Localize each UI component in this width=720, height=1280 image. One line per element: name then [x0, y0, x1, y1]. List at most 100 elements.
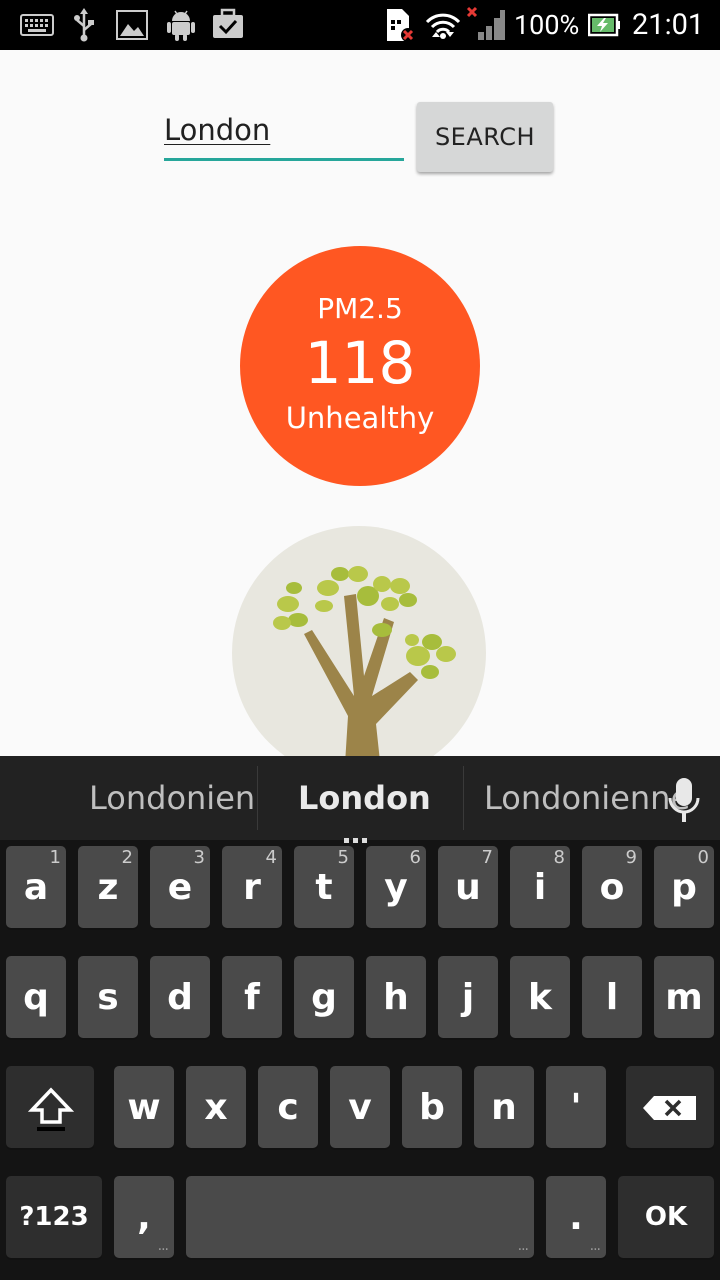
suggestion-left[interactable]: Londonien — [89, 774, 255, 822]
key-hint-number: 4 — [265, 847, 277, 868]
letter-key[interactable]: ' — [546, 1066, 606, 1148]
soft-keyboard: Londonien London Londonienne ?123 , ... … — [0, 756, 720, 1280]
wifi-icon — [425, 13, 461, 39]
usb-icon — [74, 8, 94, 42]
letter-key[interactable]: o9 — [582, 846, 642, 928]
suggestion-strip: Londonien London Londonienne — [0, 756, 720, 843]
suggestion-right[interactable]: Londonienne — [484, 774, 690, 822]
key-hint-number: 0 — [697, 847, 709, 868]
letter-key[interactable]: e3 — [150, 846, 210, 928]
keyboard-icon — [20, 14, 54, 36]
more-keys-indicator: ... — [157, 1238, 169, 1254]
letter-key[interactable]: q — [6, 956, 66, 1038]
letter-key-label: v — [348, 1086, 372, 1128]
backspace-key[interactable] — [626, 1066, 714, 1148]
letter-key-label: j — [461, 976, 475, 1018]
comma-key[interactable]: , ... — [114, 1176, 174, 1258]
letter-key-label: q — [23, 976, 49, 1018]
letter-key-label: f — [244, 976, 260, 1018]
battery-percent: 100% — [514, 9, 580, 41]
clock: 21:01 — [632, 8, 705, 42]
letter-key-label: b — [419, 1086, 445, 1128]
letter-key-label: s — [97, 976, 119, 1018]
letter-key[interactable]: k — [510, 956, 570, 1038]
letter-key-label: g — [311, 976, 337, 1018]
key-hint-number: 9 — [625, 847, 637, 868]
space-key[interactable]: ... — [186, 1176, 534, 1258]
search-button[interactable]: SEARCH — [417, 102, 553, 172]
suggestion-divider — [463, 766, 464, 830]
input-underline — [164, 158, 404, 161]
letter-key[interactable]: u7 — [438, 846, 498, 928]
status-bar: 100% 21:01 — [0, 0, 720, 50]
ok-key[interactable]: OK — [618, 1176, 714, 1258]
letter-key[interactable]: z2 — [78, 846, 138, 928]
letter-key[interactable]: j — [438, 956, 498, 1038]
more-keys-indicator: ... — [517, 1238, 529, 1254]
city-search-value: London — [164, 113, 271, 147]
letter-key-label: ' — [570, 1086, 582, 1128]
letter-key[interactable]: b — [402, 1066, 462, 1148]
letter-key[interactable]: t5 — [294, 846, 354, 928]
image-icon — [116, 10, 148, 40]
android-icon — [167, 10, 195, 41]
letter-key[interactable]: c — [258, 1066, 318, 1148]
aqi-status: Unhealthy — [285, 401, 435, 435]
backspace-icon — [643, 1096, 696, 1120]
microphone-icon[interactable] — [664, 776, 704, 824]
aqi-value: 118 — [304, 329, 416, 397]
key-hint-number: 3 — [193, 847, 205, 868]
key-hint-number: 7 — [481, 847, 493, 868]
letter-key[interactable]: g — [294, 956, 354, 1038]
key-hint-number: 1 — [49, 847, 61, 868]
city-search-input[interactable]: London — [164, 110, 404, 164]
aqi-pollutant-label: PM2.5 — [317, 292, 403, 325]
letter-key[interactable]: w — [114, 1066, 174, 1148]
letter-key[interactable]: n — [474, 1066, 534, 1148]
letter-key-label: d — [167, 976, 193, 1018]
work-check-icon — [213, 8, 243, 38]
letter-key-label: l — [605, 976, 619, 1018]
letter-key-label: n — [491, 1086, 517, 1128]
shift-icon — [28, 1087, 74, 1131]
battery-icon — [588, 13, 620, 37]
letter-key[interactable]: f — [222, 956, 282, 1038]
suggestion-more-dots — [344, 828, 367, 847]
letter-key-label: k — [528, 976, 552, 1018]
symbols-key-label: ?123 — [19, 1202, 89, 1232]
letter-key-label: w — [127, 1086, 161, 1128]
key-hint-number: 6 — [409, 847, 421, 868]
key-hint-number: 8 — [553, 847, 565, 868]
signal-icon — [466, 6, 505, 40]
key-hint-number: 2 — [121, 847, 133, 868]
letter-key-label: c — [277, 1086, 299, 1128]
app-content: London SEARCH PM2.5 118 Unhealthy — [0, 50, 720, 756]
letter-key[interactable]: a1 — [6, 846, 66, 928]
letter-key[interactable]: x — [186, 1066, 246, 1148]
letter-key[interactable]: y6 — [366, 846, 426, 928]
shift-key[interactable] — [6, 1066, 94, 1148]
tree-illustration — [232, 526, 486, 756]
letter-key[interactable]: d — [150, 956, 210, 1038]
suggestion-center[interactable]: London — [298, 774, 431, 822]
letter-key[interactable]: r4 — [222, 846, 282, 928]
letter-key[interactable]: i8 — [510, 846, 570, 928]
letter-key[interactable]: m — [654, 956, 714, 1038]
ok-key-label: OK — [644, 1202, 688, 1232]
letter-key-label: x — [204, 1086, 228, 1128]
key-hint-number: 5 — [337, 847, 349, 868]
suggestion-divider — [257, 766, 258, 830]
letter-key-label: h — [383, 976, 409, 1018]
tree-icon — [273, 566, 456, 756]
period-key[interactable]: . ... — [546, 1176, 606, 1258]
symbols-key[interactable]: ?123 — [6, 1176, 102, 1258]
letter-key[interactable]: s — [78, 956, 138, 1038]
no-sim-icon — [387, 9, 415, 42]
letter-key[interactable]: v — [330, 1066, 390, 1148]
letter-key[interactable]: l — [582, 956, 642, 1038]
letter-key[interactable]: h — [366, 956, 426, 1038]
letter-key-label: m — [665, 976, 703, 1018]
aqi-badge: PM2.5 118 Unhealthy — [240, 246, 480, 486]
more-keys-indicator: ... — [589, 1238, 601, 1254]
letter-key[interactable]: p0 — [654, 846, 714, 928]
